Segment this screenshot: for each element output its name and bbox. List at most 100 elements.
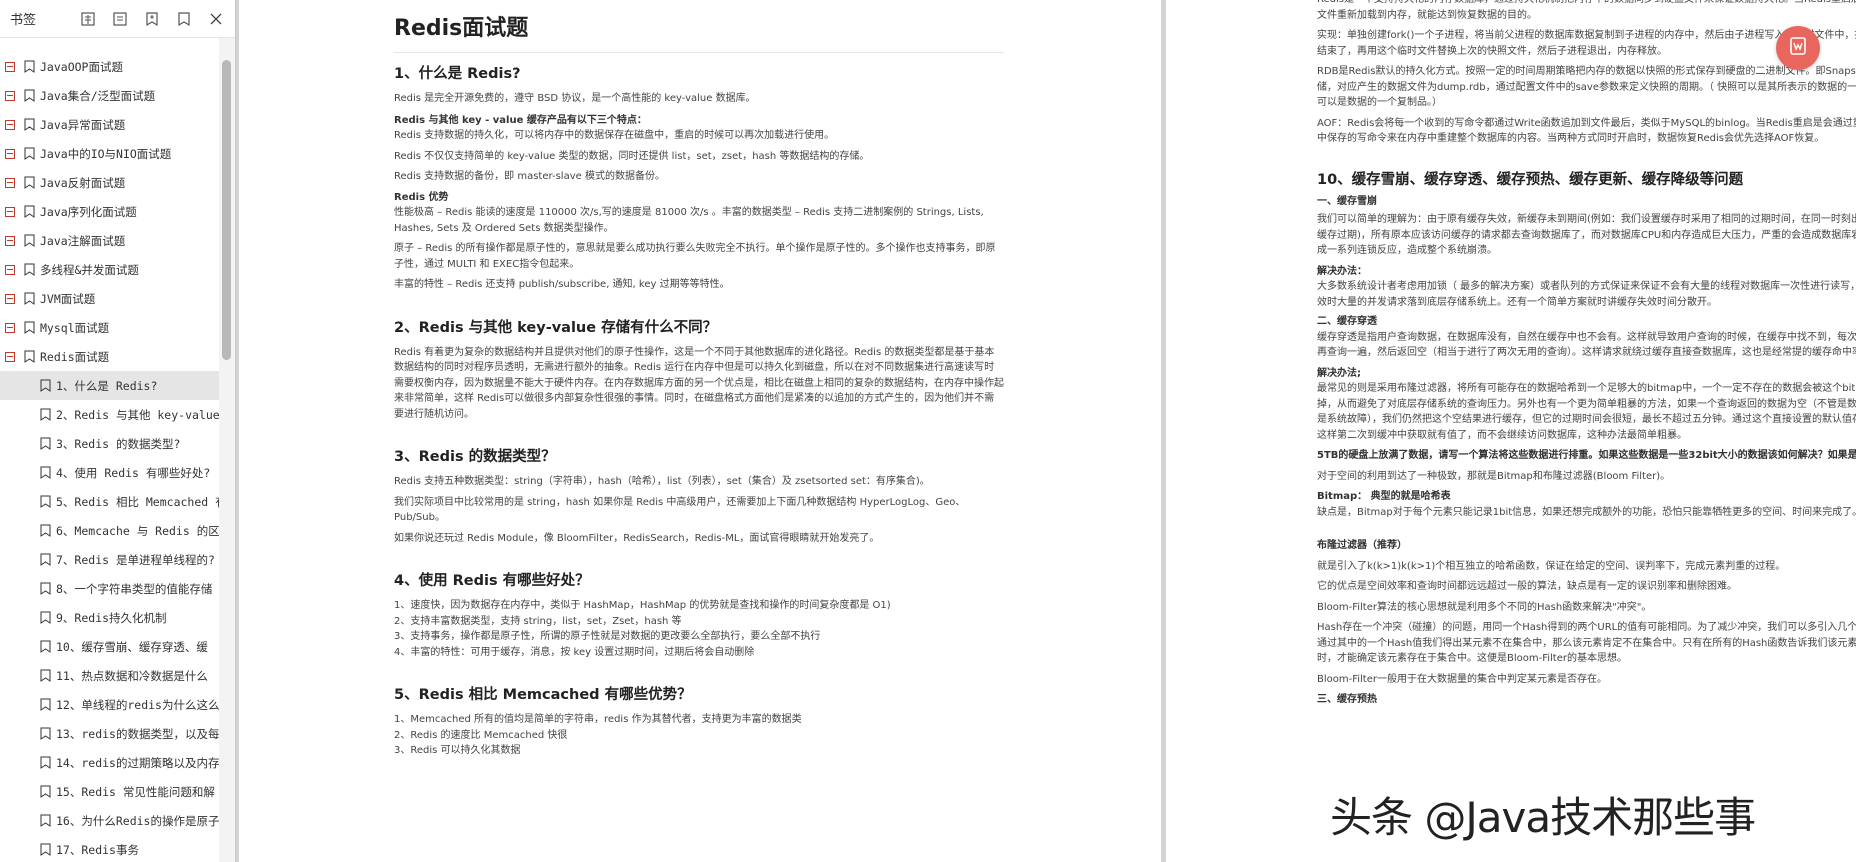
subheading: 三、缓存预热: [1317, 694, 1377, 705]
list-item: 1、Memcached 所有的值均是简单的字符串，redis 作为其替代者，支持…: [394, 714, 802, 725]
expand-toggle-icon[interactable]: [5, 61, 15, 72]
bookmark-label: 4、使用 Redis 有哪些好处?: [56, 465, 211, 480]
collapse-toggle-icon[interactable]: [5, 351, 15, 362]
paragraph: 实现：单独创建fork()一个子进程，将当前父进程的数据库数据复制到子进程的内存…: [1317, 30, 1856, 57]
scrollbar-thumb[interactable]: [222, 60, 231, 360]
bookmark-child-item[interactable]: 5、Redis 相比 Memcached 有: [0, 487, 220, 516]
bookmark-child-item[interactable]: 17、Redis事务: [0, 835, 220, 862]
paragraph: Redis 支持数据的持久化，可以将内存中的数据保存在磁盘中，重启的时候可以再次…: [394, 130, 835, 141]
floating-action-button[interactable]: [1776, 26, 1820, 70]
paragraph: 它的优点是空间效率和查询时间都远远超过一般的算法，缺点是有一定的误识别率和删除困…: [1317, 581, 1737, 592]
expand-toggle-icon[interactable]: [5, 90, 15, 101]
bookmark-item[interactable]: Java序列化面试题: [0, 197, 220, 226]
bookmark-item[interactable]: JVM面试题: [0, 284, 220, 313]
expand-toggle-icon[interactable]: [5, 119, 15, 130]
bookmark-item[interactable]: Java异常面试题: [0, 110, 220, 139]
bookmark-child-item[interactable]: 10、缓存雪崩、缓存穿透、缓: [0, 632, 220, 661]
paragraph: 我们实际项目中比较常用的是 string，hash 如果你是 Redis 中高级…: [394, 496, 966, 524]
list-item: 3、Redis 可以持久化其数据: [394, 745, 521, 756]
bookmark-child-item[interactable]: 15、Redis 常见性能问题和解: [0, 777, 220, 806]
bookmark-icon: [40, 553, 51, 566]
bookmark-icon: [40, 814, 51, 827]
bookmark-icon: [40, 466, 51, 479]
subheading: 布隆过滤器（推荐）: [1317, 540, 1407, 551]
page-content: Redis面试题 1、什么是 Redis? Redis 是完全开源免费的，遵守 …: [394, 14, 1004, 759]
bookmark-icon: [24, 118, 35, 131]
collapse-bookmarks-icon[interactable]: [109, 8, 131, 30]
bookmark-item[interactable]: Java中的IO与NIO面试题: [0, 139, 220, 168]
expand-toggle-icon[interactable]: [5, 322, 15, 333]
bookmark-child-item[interactable]: 16、为什么Redis的操作是原子: [0, 806, 220, 835]
bookmark-child-item[interactable]: 13、redis的数据类型，以及每: [0, 719, 220, 748]
expand-toggle-icon[interactable]: [5, 235, 15, 246]
list-item: 2、支持丰富数据类型，支持 string，list，set，Zset，hash …: [394, 615, 682, 627]
bookmark-child-item[interactable]: 3、Redis 的数据类型?: [0, 429, 220, 458]
bookmark-panel: 书签 JavaOOP面试题 Java集合/泛型面试题 Java异常面试题 Jav…: [0, 0, 236, 862]
bookmark-label: 5、Redis 相比 Memcached 有: [56, 494, 220, 509]
bookmark-item[interactable]: Mysql面试题: [0, 313, 220, 342]
bookmark-icon: [40, 698, 51, 711]
bookmark-child-item[interactable]: 6、Memcache 与 Redis 的区别: [0, 516, 220, 545]
bookmark-item[interactable]: Java注解面试题: [0, 226, 220, 255]
bookmark-child-item[interactable]: 9、Redis持久化机制: [0, 603, 220, 632]
paragraph: AOF：Redis会将每一个收到的写命令都通过Write函数追加到文件最后，类似…: [1317, 117, 1856, 145]
bookmark-icon[interactable]: [173, 8, 195, 30]
bookmark-item[interactable]: 多线程&并发面试题: [0, 255, 220, 284]
bookmark-label: Java中的IO与NIO面试题: [40, 146, 172, 161]
bookmark-icon: [40, 611, 51, 624]
paragraph: Redis是一个支持持久化的内存数据库，通过持久化机制把内存中的数据同步到硬盘文…: [1317, 0, 1856, 21]
bookmark-child-item[interactable]: 1、什么是 Redis?: [0, 371, 220, 400]
bookmark-panel-header: 书签: [0, 0, 235, 38]
expand-bookmarks-icon[interactable]: [77, 8, 99, 30]
bookmark-icon: [24, 350, 35, 363]
paragraph: 最常见的则是采用布隆过滤器，将所有可能存在的数据哈希到一个足够大的bitmap中…: [1317, 383, 1856, 441]
paragraph: 我们可以简单的理解为：由于原有缓存失效，新缓存未到期间(例如：我们设置缓存时采用…: [1317, 214, 1856, 256]
bookmark-label: 12、单线程的redis为什么这么: [56, 697, 220, 712]
list-item: 4、丰富的特性：可用于缓存，消息，按 key 设置过期时间，过期后将会自动删除: [394, 646, 755, 658]
paragraph: 丰富的特性 – Redis 还支持 publish/subscribe, 通知,…: [394, 279, 730, 290]
watermark-text: 头条 @Java技术那些事: [1330, 793, 1756, 842]
bookmark-child-item[interactable]: 12、单线程的redis为什么这么: [0, 690, 220, 719]
bookmark-label: 3、Redis 的数据类型?: [56, 436, 181, 451]
bookmark-child-item[interactable]: 4、使用 Redis 有哪些好处?: [0, 458, 220, 487]
bookmark-item-redis[interactable]: Redis面试题: [0, 342, 220, 371]
expand-toggle-icon[interactable]: [5, 177, 15, 188]
bookmark-toolbar: [77, 8, 227, 30]
bookmark-child-item[interactable]: 8、一个字符串类型的值能存储: [0, 574, 220, 603]
expand-toggle-icon[interactable]: [5, 206, 15, 217]
page-content: Redis是一个支持持久化的内存数据库，通过持久化机制把内存中的数据同步到硬盘文…: [1317, 0, 1856, 708]
bookmark-label: Java异常面试题: [40, 117, 126, 132]
expand-toggle-icon[interactable]: [5, 148, 15, 159]
expand-toggle-icon[interactable]: [5, 293, 15, 304]
paragraph: 如果你说还玩过 Redis Module，像 BloomFilter，Redis…: [394, 532, 880, 544]
bookmark-item[interactable]: JavaOOP面试题: [0, 52, 220, 81]
list-item: 3、支持事务，操作都是原子性，所谓的原子性就是对数据的更改要么全部执行，要么全部…: [394, 631, 821, 642]
bookmark-icon: [24, 263, 35, 276]
expand-toggle-icon[interactable]: [5, 264, 15, 275]
bookmark-child-item[interactable]: 11、热点数据和冷数据是什么: [0, 661, 220, 690]
bookmark-label: Java反射面试题: [40, 175, 126, 190]
bookmark-item[interactable]: Java集合/泛型面试题: [0, 81, 220, 110]
bookmark-label: 7、Redis 是单进程单线程的?: [56, 552, 215, 567]
paragraph: Redis 支持五种数据类型：string（字符串），hash（哈希），list…: [394, 476, 930, 487]
bookmark-child-item[interactable]: 7、Redis 是单进程单线程的?: [0, 545, 220, 574]
paragraph: 大多数系统设计者考虑用加锁（ 最多的解决方案）或者队列的方式保证来保证不会有大量…: [1317, 281, 1856, 308]
bookmark-list: JavaOOP面试题 Java集合/泛型面试题 Java异常面试题 Java中的…: [0, 52, 220, 862]
bookmark-label: Java注解面试题: [40, 233, 126, 248]
bookmark-scrollbar[interactable]: [219, 38, 235, 862]
paragraph-bold: 5TB的硬盘上放满了数据，请写一个算法将这些数据进行排重。如果这些数据是一些32…: [1317, 450, 1856, 461]
bookmark-child-item[interactable]: 14、redis的过期策略以及内存: [0, 748, 220, 777]
section-heading: 10、缓存雪崩、缓存穿透、缓存预热、缓存更新、缓存降级等问题: [1317, 171, 1744, 188]
bookmark-icon: [40, 495, 51, 508]
subheading: 二、缓存穿透: [1317, 316, 1377, 327]
paragraph: 缓存穿透是指用户查询数据，在数据库没有，自然在缓存中也不会有。这样就导致用户查询…: [1317, 331, 1856, 359]
bookmark-icon: [24, 89, 35, 102]
bookmark-child-item[interactable]: 2、Redis 与其他 key-value: [0, 400, 220, 429]
bookmark-label: 16、为什么Redis的操作是原子: [56, 813, 220, 828]
bookmark-label: 13、redis的数据类型，以及每: [56, 726, 220, 741]
bookmark-item[interactable]: Java反射面试题: [0, 168, 220, 197]
bookmark-icon: [24, 321, 35, 334]
add-bookmark-icon[interactable]: [141, 8, 163, 30]
paragraph: 性能极高 – Redis 能读的速度是 110000 次/s,写的速度是 810…: [394, 207, 984, 234]
close-icon[interactable]: [205, 8, 227, 30]
